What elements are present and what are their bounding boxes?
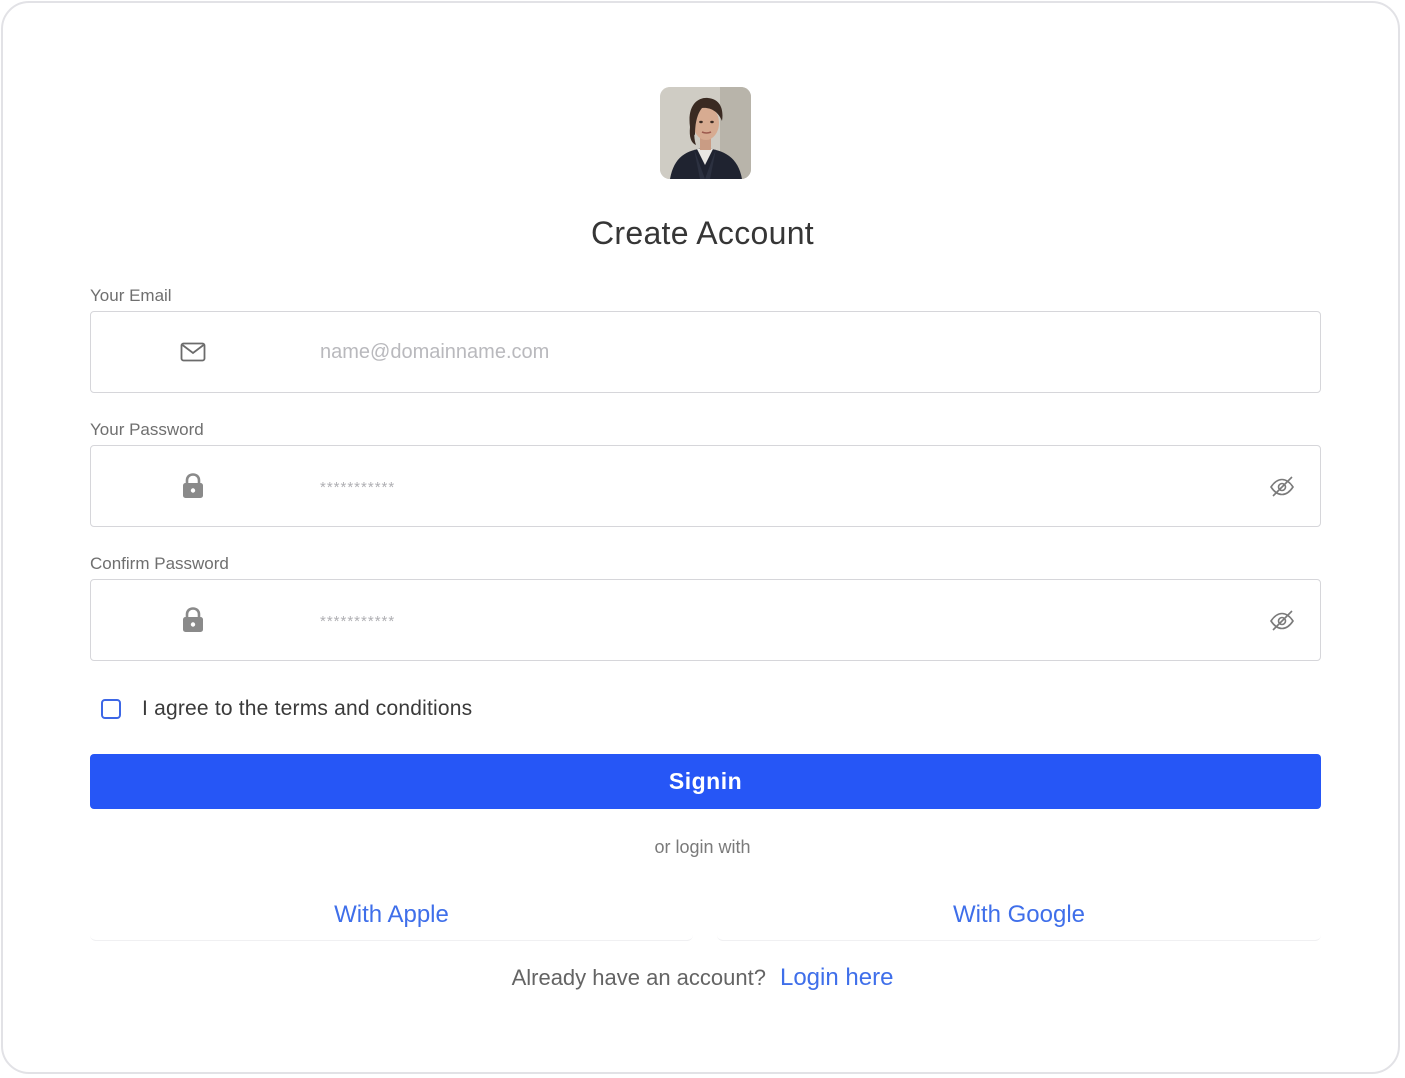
confirm-password-input[interactable] bbox=[320, 580, 1200, 660]
mail-icon bbox=[180, 339, 206, 365]
login-link[interactable]: Login here bbox=[780, 964, 893, 991]
social-divider-text: or login with bbox=[654, 837, 751, 857]
terms-row: I agree to the terms and conditions bbox=[101, 697, 472, 721]
lock-icon bbox=[180, 607, 206, 633]
email-label: Your Email bbox=[90, 286, 172, 305]
eye-off-icon[interactable] bbox=[1268, 472, 1296, 500]
login-prompt-text: Already have an account? bbox=[511, 965, 766, 990]
confirm-password-label: Confirm Password bbox=[90, 554, 229, 573]
terms-label[interactable]: I agree to the terms and conditions bbox=[142, 697, 472, 721]
password-field[interactable] bbox=[90, 445, 1321, 527]
password-input[interactable] bbox=[320, 446, 1200, 526]
apple-login-button[interactable]: With Apple bbox=[90, 889, 693, 941]
confirm-password-field[interactable] bbox=[90, 579, 1321, 661]
portrait-image bbox=[660, 87, 751, 179]
eye-off-icon[interactable] bbox=[1268, 606, 1296, 634]
lock-icon bbox=[180, 473, 206, 499]
email-input[interactable] bbox=[320, 312, 1200, 392]
profile-avatar bbox=[660, 87, 751, 179]
signin-button[interactable]: Signin bbox=[90, 754, 1321, 809]
google-login-button[interactable]: With Google bbox=[717, 889, 1321, 941]
login-prompt: Already have an account? Login here bbox=[0, 964, 1405, 992]
password-label: Your Password bbox=[90, 420, 204, 439]
page-title: Create Account bbox=[591, 215, 814, 251]
email-field[interactable] bbox=[90, 311, 1321, 393]
terms-checkbox[interactable] bbox=[101, 699, 121, 719]
apple-login-label: With Apple bbox=[334, 900, 449, 928]
google-login-label: With Google bbox=[952, 900, 1086, 928]
